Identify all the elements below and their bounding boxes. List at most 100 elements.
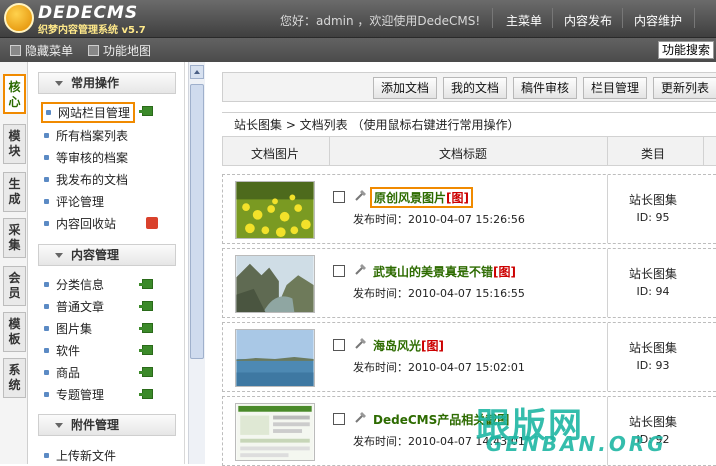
sub-toolbar: 隐藏菜单 功能地图 功能搜索: [0, 38, 716, 62]
item-label: 专题管理: [56, 388, 105, 402]
column-manage-button[interactable]: 栏目管理: [583, 77, 647, 99]
top-header: DEDECMS 织梦内容管理系统 v5.7 您好：admin ，欢迎使用Dede…: [0, 0, 716, 38]
group-label: 内容管理: [71, 248, 120, 262]
logo-text: DEDECMS: [38, 3, 139, 23]
function-map-button[interactable]: 功能地图: [88, 42, 151, 59]
group-label: 附件管理: [71, 418, 120, 432]
doc-id: ID: 94: [636, 285, 670, 298]
item-label: 我发布的文档: [56, 173, 129, 187]
tab-generate[interactable]: 生成: [3, 172, 26, 212]
item-label: 内容回收站: [56, 217, 117, 231]
watermark-en: GENBAN.ORG: [486, 432, 667, 456]
group-label: 常用操作: [71, 76, 120, 90]
add-icon[interactable]: [139, 389, 153, 399]
hide-menu-icon: [10, 45, 21, 56]
thumbnail-flowers[interactable]: [235, 181, 315, 239]
dedecms-logo-icon: [4, 3, 34, 33]
update-list-button[interactable]: 更新列表: [653, 77, 716, 99]
add-icon[interactable]: [139, 301, 153, 311]
review-button[interactable]: 稿件审核: [513, 77, 577, 99]
collapse-arrow-icon: [55, 423, 63, 428]
sidebar-item-upload[interactable]: 上传新文件: [44, 447, 116, 464]
edit-tool-icon[interactable]: [354, 262, 368, 276]
table-row[interactable]: 武夷山的美景真是不错[图] 发布时间：2010-04-07 15:16:55 站…: [222, 248, 716, 318]
function-search-button[interactable]: 功能搜索: [658, 41, 714, 59]
tab-system[interactable]: 系统: [3, 358, 26, 398]
sidebar-item-products[interactable]: 商品: [44, 364, 80, 381]
category-label[interactable]: 站长图集: [613, 413, 693, 430]
function-map-label: 功能地图: [103, 44, 152, 58]
sidebar-item-my-docs[interactable]: 我发布的文档: [44, 171, 128, 188]
tab-module[interactable]: 模块: [3, 124, 26, 164]
tab-member[interactable]: 会员: [3, 266, 26, 306]
add-icon[interactable]: [139, 367, 153, 377]
doc-title-link[interactable]: 海岛风光[图]: [373, 337, 444, 354]
nav-content-publish[interactable]: 内容发布: [564, 12, 612, 29]
select-checkbox[interactable]: [333, 413, 345, 425]
publish-date: 发布时间：2010-04-07 15:16:55: [353, 287, 525, 300]
nav-main-menu[interactable]: 主菜单: [506, 12, 542, 29]
doc-id: ID: 95: [636, 211, 670, 224]
add-icon[interactable]: [139, 323, 153, 333]
sidebar-item-comments[interactable]: 评论管理: [44, 193, 104, 210]
category-label[interactable]: 站长图集: [613, 265, 693, 282]
add-document-button[interactable]: 添加文档: [373, 77, 437, 99]
edit-tool-icon[interactable]: [354, 410, 368, 424]
add-icon[interactable]: [139, 279, 153, 289]
select-checkbox[interactable]: [333, 191, 345, 203]
hide-menu-button[interactable]: 隐藏菜单: [10, 42, 73, 59]
nav-content-maintain[interactable]: 内容维护: [634, 12, 682, 29]
module-tabs: 核心 模块 生成 采集 会员 模板 系统: [0, 62, 28, 464]
logo-subtitle: 织梦内容管理系统 v5.7: [38, 25, 146, 36]
category-label[interactable]: 站长图集: [613, 191, 693, 208]
sidebar-item-articles[interactable]: 普通文章: [44, 298, 104, 315]
sidebar-scrollbar[interactable]: [188, 62, 205, 464]
my-documents-button[interactable]: 我的文档: [443, 77, 507, 99]
category-label[interactable]: 站长图集: [613, 339, 693, 356]
doc-title-link[interactable]: 原创风景图片[图]: [370, 187, 473, 208]
function-map-icon: [88, 45, 99, 56]
edit-tool-icon[interactable]: [354, 336, 368, 350]
edit-tool-icon[interactable]: [354, 188, 368, 202]
sidebar-item-classified[interactable]: 分类信息: [44, 276, 104, 293]
tab-core[interactable]: 核心: [3, 74, 26, 114]
collapse-arrow-icon: [55, 253, 63, 258]
item-label: 网站栏目管理: [58, 106, 131, 120]
clear-recycle-icon[interactable]: [146, 217, 158, 229]
collapse-arrow-icon: [55, 81, 63, 86]
sidebar-item-software[interactable]: 软件: [44, 342, 80, 359]
scroll-thumb[interactable]: [190, 84, 204, 359]
table-row[interactable]: 海岛风光[图] 发布时间：2010-04-07 15:02:01 站长图集 ID…: [222, 322, 716, 392]
menu-group-content[interactable]: 内容管理: [38, 244, 176, 266]
sidebar-menu: 常用操作 网站栏目管理 所有档案列表 等审核的档案 我发布的文档 评论管理 内容…: [30, 62, 185, 464]
sidebar-item-topics[interactable]: 专题管理: [44, 386, 104, 403]
col-image: 文档图片: [251, 147, 300, 161]
add-icon[interactable]: [139, 106, 153, 116]
thumbnail-island[interactable]: [235, 329, 315, 387]
sidebar-item-column-manage[interactable]: 网站栏目管理: [41, 102, 136, 123]
item-label: 评论管理: [56, 195, 105, 209]
publish-date: 发布时间：2010-04-07 15:02:01: [353, 361, 525, 374]
breadcrumb: 站长图集 > 文档列表 （使用鼠标右键进行常用操作）: [222, 112, 716, 136]
sidebar-item-all-docs[interactable]: 所有档案列表: [44, 127, 128, 144]
scroll-up-icon[interactable]: [190, 65, 204, 79]
table-row[interactable]: 原创风景图片[图] 发布时间：2010-04-07 15:26:56 站长图集 …: [222, 174, 716, 244]
select-checkbox[interactable]: [333, 265, 345, 277]
publish-date: 发布时间：2010-04-07 15:26:56: [353, 213, 525, 226]
thumbnail-mountain[interactable]: [235, 255, 315, 313]
hide-menu-label: 隐藏菜单: [25, 44, 74, 58]
thumbnail-screenshot[interactable]: [235, 403, 315, 461]
item-label: 上传新文件: [56, 449, 117, 463]
add-icon[interactable]: [139, 345, 153, 355]
menu-group-attachments[interactable]: 附件管理: [38, 414, 176, 436]
sidebar-item-images[interactable]: 图片集: [44, 320, 92, 337]
tab-collect[interactable]: 采集: [3, 218, 26, 258]
doc-title-link[interactable]: 武夷山的美景真是不错[图]: [373, 263, 516, 280]
sidebar-item-recycle-bin[interactable]: 内容回收站: [44, 215, 116, 232]
select-checkbox[interactable]: [333, 339, 345, 351]
menu-group-common[interactable]: 常用操作: [38, 72, 176, 94]
tab-template[interactable]: 模板: [3, 312, 26, 352]
sidebar-item-pending-docs[interactable]: 等审核的档案: [44, 149, 128, 166]
action-toolbar: 添加文档 我的文档 稿件审核 栏目管理 更新列表: [222, 72, 716, 102]
greeting-text: 您好：admin ，欢迎使用DedeCMS!: [280, 14, 481, 28]
